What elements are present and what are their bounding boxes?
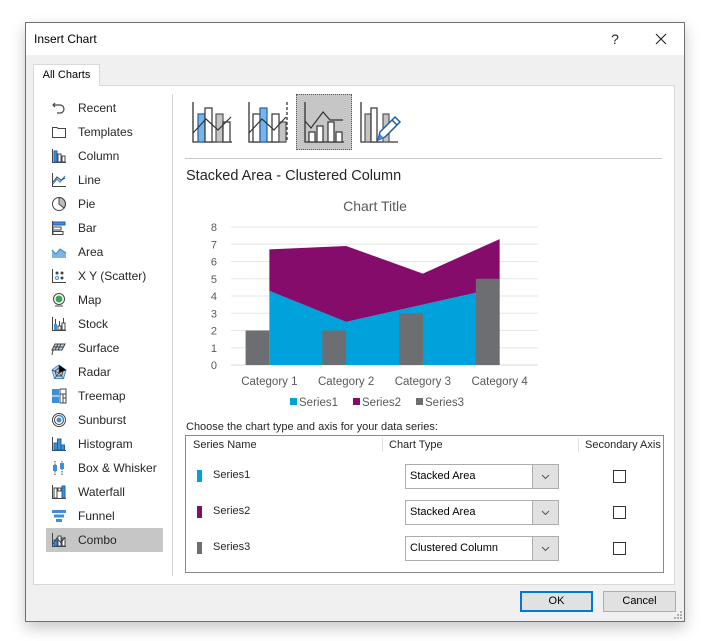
series2-chart-type-select[interactable]: Stacked Area [405,500,559,525]
series3-secondary-axis-checkbox[interactable] [613,542,626,555]
histogram-chart-icon [50,435,68,453]
chevron-down-icon[interactable] [532,537,558,560]
series-row: Series3 Clustered Column [186,536,663,562]
insert-chart-dialog: Insert Chart ? All Charts Recent Templat… [25,22,685,622]
close-icon [655,33,667,45]
y-tick-label: 6 [211,257,217,269]
x-tick-label: Category 1 [241,376,297,388]
tab-all-charts[interactable]: All Charts [33,64,100,86]
sidebar-item-label: Waterfall [78,485,125,499]
series-row: Series1 Stacked Area [186,464,663,490]
series2-color-swatch [197,506,202,518]
header-chart-type: Chart Type [389,439,443,451]
content-panel: Recent Templates Column Line Pie Bar Are… [33,85,675,585]
y-tick-label: 0 [211,360,217,372]
series1-secondary-axis-checkbox[interactable] [613,470,626,483]
legend-swatch [290,398,297,405]
chevron-down-icon[interactable] [532,465,558,488]
title-bar: Insert Chart ? [26,23,684,55]
chart-title: Chart Title [343,198,407,214]
chart-preview: Chart Title 0 1 2 3 4 5 6 7 8 Category 1 Category… [211,198,538,409]
sidebar-item-funnel[interactable]: Funnel [46,504,163,528]
y-tick-label: 4 [211,291,217,303]
help-button[interactable]: ? [601,27,629,51]
x-tick-label: Category 4 [471,376,528,388]
dialog-title: Insert Chart [34,32,97,46]
series-config-prompt: Choose the chart type and axis for your … [186,421,438,433]
sidebar-item-label: Funnel [78,509,115,523]
sidebar-item-waterfall[interactable]: Waterfall [46,480,163,504]
header-series-name: Series Name [193,439,257,451]
sidebar-item-label: Combo [78,533,117,547]
series-name: Series3 [213,541,251,553]
box-whisker-chart-icon [50,459,68,477]
legend-label: Series3 [425,397,464,409]
header-divider [382,438,383,452]
cancel-button[interactable]: Cancel [603,591,676,612]
bar-series3 [399,313,423,365]
y-tick-label: 7 [211,239,217,251]
chevron-down-icon[interactable] [532,501,558,524]
series1-color-swatch [197,470,202,482]
series3-chart-type-select[interactable]: Clustered Column [405,536,559,561]
series-config-table: Series Name Chart Type Secondary Axis Se… [185,435,664,573]
series1-chart-type-select[interactable]: Stacked Area [405,464,559,489]
bar-series3 [322,330,347,365]
bar-series3 [245,330,270,365]
x-tick-label: Category 3 [395,376,451,388]
combo-chart-icon [50,531,68,549]
y-tick-label: 2 [211,326,217,338]
series-name: Series2 [213,505,251,517]
sidebar-item-label: Histogram [78,437,133,451]
resize-grip-icon[interactable] [672,609,682,619]
select-value: Stacked Area [410,470,476,482]
header-divider [578,438,579,452]
waterfall-chart-icon [50,483,68,501]
y-tick-label: 1 [211,343,217,355]
series3-color-swatch [197,542,202,554]
y-tick-label: 3 [211,308,217,320]
legend-label: Series1 [299,397,338,409]
sidebar-item-box-whisker[interactable]: Box & Whisker [46,456,163,480]
select-value: Clustered Column [410,542,499,554]
funnel-chart-icon [50,507,68,525]
series-name: Series1 [213,469,251,481]
select-value: Stacked Area [410,506,476,518]
close-button[interactable] [647,27,675,51]
ok-button[interactable]: OK [520,591,593,612]
sidebar-item-combo[interactable]: Combo [46,528,163,552]
legend-label: Series2 [362,397,401,409]
header-secondary-axis: Secondary Axis [585,439,661,451]
series-row: Series2 Stacked Area [186,500,663,526]
x-tick-label: Category 2 [318,376,374,388]
sidebar-item-label: Box & Whisker [78,461,157,475]
legend-swatch [353,398,360,405]
legend-swatch [416,398,423,405]
bar-series3 [475,278,500,365]
y-tick-label: 5 [211,274,217,286]
sidebar-item-histogram[interactable]: Histogram [46,432,163,456]
y-tick-label: 8 [211,222,217,234]
series2-secondary-axis-checkbox[interactable] [613,506,626,519]
